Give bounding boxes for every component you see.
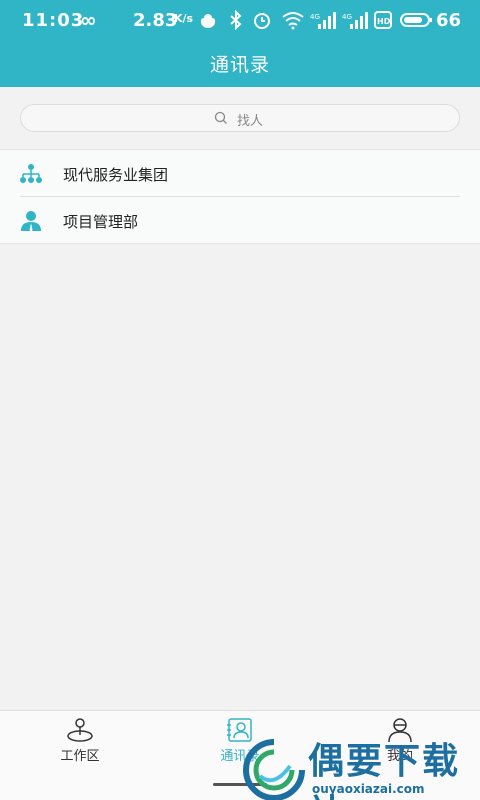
- svg-text:4G: 4G: [342, 13, 352, 21]
- nav-tab-workspace[interactable]: 工作区: [0, 711, 160, 781]
- contact-list: 现代服务业集团 项目管理部: [0, 149, 480, 244]
- network-speed: 2.83: [133, 10, 178, 31]
- hd-icon: HD: [374, 11, 392, 29]
- search-placeholder: 找人: [237, 114, 264, 129]
- app-header: 通讯录: [0, 40, 480, 87]
- infinity-icon: ∞: [80, 8, 97, 32]
- list-item-label: 现代服务业集团: [63, 166, 169, 184]
- battery-level: 66: [436, 10, 462, 31]
- network-speed-unit: K/s: [174, 12, 194, 25]
- alarm-icon: [254, 13, 270, 29]
- watermark-url: ouyaoxiazai.com: [312, 782, 425, 796]
- person-icon: [21, 211, 41, 232]
- notification-icon: [200, 14, 216, 28]
- signal-2-icon: 4G: [342, 12, 368, 29]
- signal-4g-icon: 4G: [310, 12, 336, 29]
- page-title: 通讯录: [209, 54, 270, 76]
- search-area: 找人: [0, 87, 480, 149]
- watermark-logo-icon: [243, 739, 305, 800]
- list-item-org-group[interactable]: 现代服务业集团: [0, 150, 480, 197]
- search-icon: [214, 111, 227, 124]
- bluetooth-icon: [230, 10, 242, 30]
- svg-text:HD: HD: [377, 17, 391, 26]
- workspace-icon: [67, 718, 93, 742]
- watermark: 偶要下载站 ouyaoxiazai.com: [236, 732, 480, 800]
- list-item-label: 项目管理部: [63, 213, 139, 231]
- list-item-project-dept[interactable]: 项目管理部: [0, 197, 480, 244]
- status-bar: 11:03 ∞ 2.83 K/s 4G 4G HD 66: [0, 0, 480, 40]
- status-time: 11:03: [22, 10, 85, 31]
- search-input[interactable]: 找人: [20, 104, 460, 132]
- svg-text:4G: 4G: [310, 13, 320, 21]
- org-chart-icon: [20, 164, 42, 183]
- wifi-icon: [282, 12, 304, 30]
- nav-label: 工作区: [60, 749, 100, 764]
- battery-icon: [400, 13, 432, 27]
